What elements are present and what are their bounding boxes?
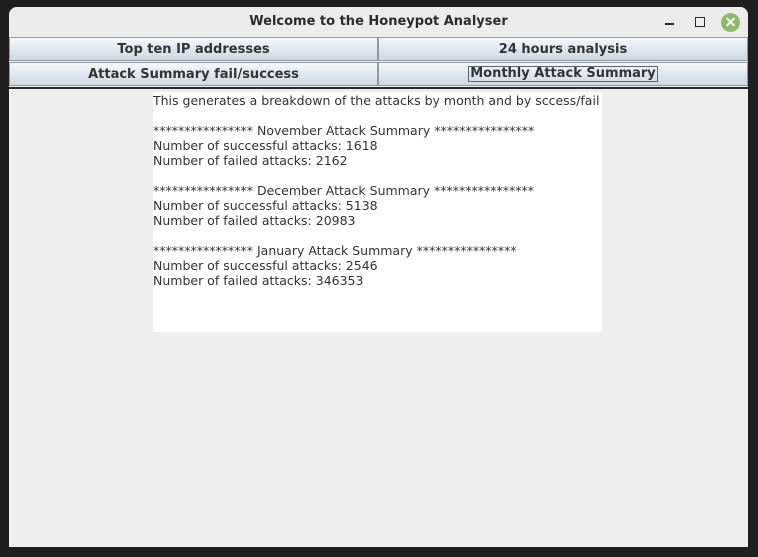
top-ten-ip-label: Top ten IP addresses — [117, 41, 270, 57]
maximize-button[interactable] — [690, 12, 710, 32]
attack-summary-fail-success-label: Attack Summary fail/success — [88, 66, 299, 82]
intro-line: This generates a breakdown of the attack… — [153, 93, 600, 108]
close-button[interactable] — [720, 12, 740, 32]
january-successful: Number of successful attacks: 2546 — [153, 258, 378, 273]
december-successful: Number of successful attacks: 5138 — [153, 198, 378, 213]
monthly-attack-summary-label: Monthly Attack Summary — [468, 66, 658, 82]
november-header: **************** November Attack Summary… — [153, 123, 535, 138]
window-title: Welcome to the Honeypot Analyser — [249, 14, 508, 29]
maximize-icon — [695, 17, 705, 27]
hours-24-analysis-button[interactable]: 24 hours analysis — [378, 37, 748, 61]
close-icon — [720, 12, 740, 32]
monthly-attack-summary-button[interactable]: Monthly Attack Summary — [378, 62, 748, 86]
minimize-button[interactable] — [659, 12, 679, 32]
attack-summary-fail-success-button[interactable]: Attack Summary fail/success — [9, 62, 378, 86]
november-successful: Number of successful attacks: 1618 — [153, 138, 378, 153]
minimize-icon — [664, 23, 674, 25]
top-ten-ip-button[interactable]: Top ten IP addresses — [9, 37, 378, 61]
january-failed: Number of failed attacks: 346353 — [153, 273, 364, 288]
january-header: **************** January Attack Summary … — [153, 243, 517, 258]
title-bar: Welcome to the Honeypot Analyser — [9, 7, 748, 36]
separator — [9, 87, 748, 89]
app-window: Welcome to the Honeypot Analyser Top ten… — [9, 7, 748, 547]
hours-24-analysis-label: 24 hours analysis — [498, 41, 628, 57]
november-failed: Number of failed attacks: 2162 — [153, 153, 348, 168]
output-text-area[interactable]: This generates a breakdown of the attack… — [153, 92, 602, 332]
december-failed: Number of failed attacks: 20983 — [153, 213, 356, 228]
december-header: **************** December Attack Summary… — [153, 183, 535, 198]
button-panel: Top ten IP addresses 24 hours analysis A… — [9, 36, 748, 87]
